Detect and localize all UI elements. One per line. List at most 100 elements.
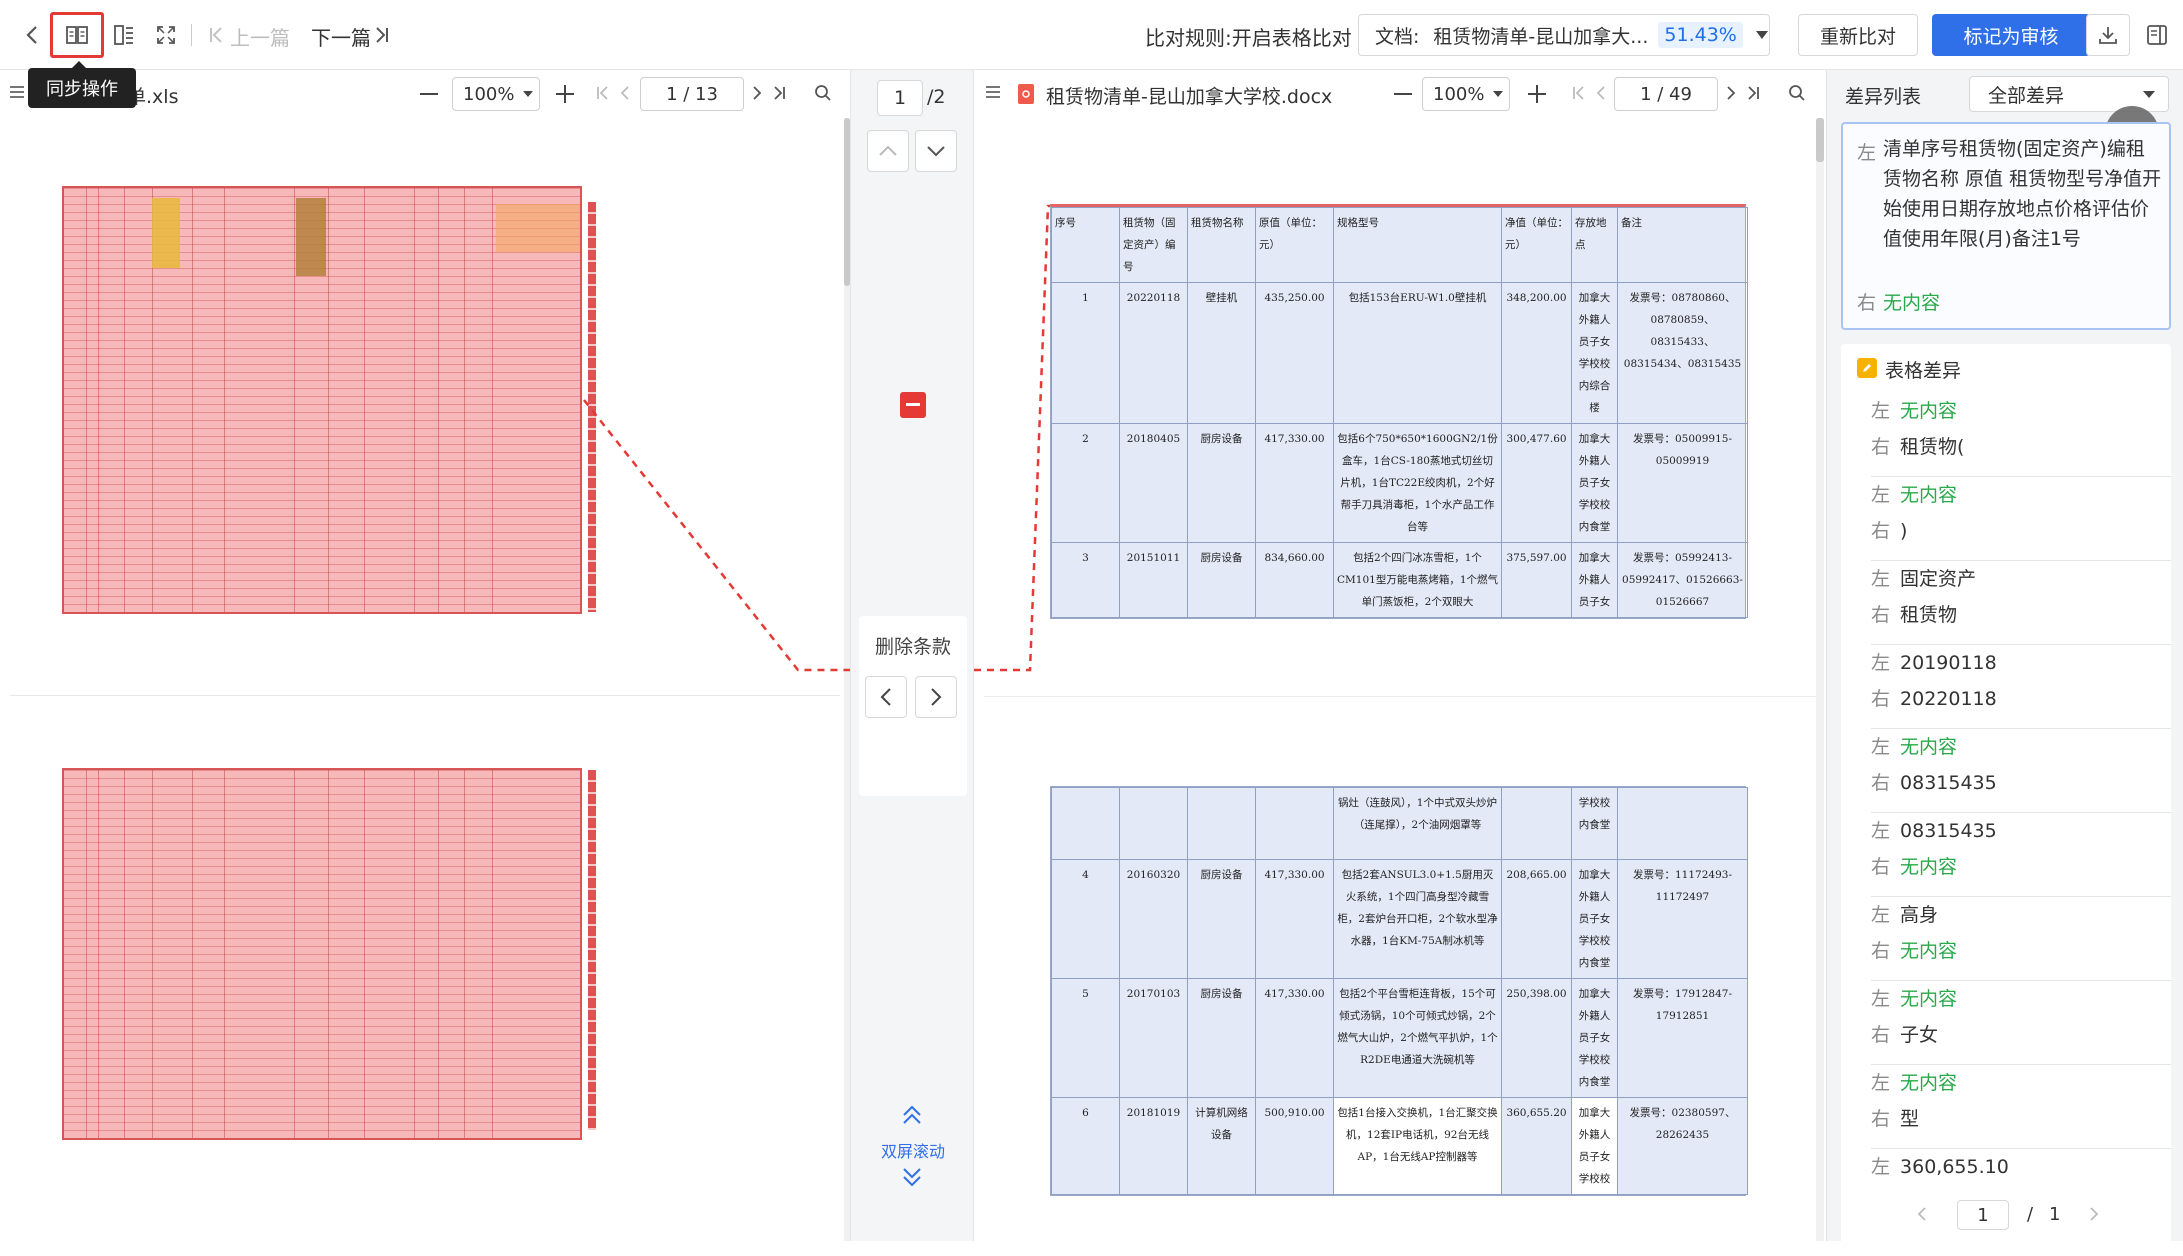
prev-diff-icon[interactable] [865,676,907,718]
diff-marker-strip [588,202,596,612]
last-page-icon[interactable] [1746,84,1760,102]
prev-page-icon[interactable] [620,84,630,102]
next-page-icon[interactable] [1726,84,1736,102]
table-cell: 6 [1051,1097,1120,1195]
left-tag: 左 [1871,904,1891,926]
diff-entry[interactable]: 右无内容 [1871,852,1957,879]
left-tag: 左 [1871,568,1891,590]
divider [1871,560,2171,561]
next-diff-icon[interactable] [915,676,957,718]
document-selector[interactable]: 文档: 租赁物清单-昆山加拿大... 51.43% [1358,14,1770,56]
delete-marker-icon[interactable] [900,392,926,418]
table-cell: 发票号：17912847-17912851 [1617,978,1748,1098]
diff-list-panel: 差异列表 全部差异 左 清单序号租赁物(固定资产)编租赁物名称 原值 租赁物型号… [1826,70,2183,1256]
last-doc-icon[interactable] [372,22,392,48]
fullscreen-icon[interactable] [152,22,180,48]
diff-entry[interactable]: 左无内容 [1871,396,1957,423]
back-icon[interactable] [20,22,44,48]
right-document-view[interactable]: 序号 租赁物（固定资产）编号 租赁物名称 原值（单位：元） 规格型号 净值（单位… [974,118,1826,1241]
scroll-up-icon[interactable] [867,130,909,172]
double-down-icon[interactable] [901,1166,923,1188]
scroll-down-icon[interactable] [915,130,957,172]
caret-down-icon [1755,30,1769,40]
next-page-icon[interactable] [2089,1206,2099,1222]
table-cell: 20160320 [1119,859,1188,979]
table-cell: 租赁物（固定资产）编号 [1119,207,1188,283]
right-tag: 右 [1871,856,1891,878]
diff-entry[interactable]: 左无内容 [1871,480,1957,507]
download-icon[interactable] [2086,14,2130,56]
first-page-icon[interactable] [1572,84,1586,102]
diff-value: 固定资产 [1900,568,1977,590]
diff-entry[interactable]: 右 08315435 [1871,768,1997,795]
prev-page-icon[interactable] [1596,84,1606,102]
diff-entry[interactable]: 右租赁物 [1871,600,1957,627]
table-cell: 300,477.60 [1501,423,1572,543]
search-icon[interactable] [814,84,832,102]
diff-entry[interactable]: 左高身 [1871,900,1938,927]
double-up-icon[interactable] [901,1104,923,1126]
diff-item-selected[interactable]: 左 清单序号租赁物(固定资产)编租赁物名称 原值 租赁物型号净值开始使用日期存放… [1841,122,2171,330]
diff-entry[interactable]: 左无内容 [1871,732,1957,759]
table-cell: 435,250.00 [1255,282,1334,424]
diff-value: 高身 [1900,904,1939,926]
next-page-icon[interactable] [752,84,762,102]
prev-doc-button[interactable]: 上一篇 [230,22,290,51]
tooltip-arrow [72,61,86,68]
zoom-in-icon[interactable] [552,82,578,106]
zoom-in-icon[interactable] [1524,82,1550,106]
left-zoom-select[interactable]: 100% [452,77,540,111]
panel-toggle-icon[interactable] [2138,14,2176,56]
delete-clause-label: 删除条款 [874,636,951,658]
diff-entry[interactable]: 左无内容 [1871,984,1957,1011]
table-cell: 20181019 [1119,1097,1188,1195]
diff-entry[interactable]: 左无内容 [1871,1068,1957,1095]
recompare-button[interactable]: 重新比对 [1798,14,1918,56]
last-page-icon[interactable] [772,84,786,102]
diff-entry[interactable]: 左 20190118 [1871,648,1997,675]
diff-entry[interactable]: 右) [1871,516,1907,543]
table-cell: 20180405 [1119,423,1188,543]
next-doc-button[interactable]: 下一篇 [311,22,371,51]
right-scrollbar[interactable] [1816,118,1824,1241]
sync-operation-icon[interactable] [50,12,104,58]
sheet-page-1 [62,186,582,614]
divider [1871,896,2171,897]
prev-page-icon[interactable] [1917,1206,1927,1222]
diff-entry[interactable]: 左 08315435 [1871,816,1997,843]
mark-review-button[interactable]: 标记为审核 [1932,14,2090,56]
diff-entry[interactable]: 右子女 [1871,1020,1938,1047]
table-cell: 发票号：05992413-05992417、01526663-01526667 [1617,542,1748,618]
table-cell: 包括1台接入交换机，1台汇聚交换机，12套IP电话机，92台无线AP，1台无线A… [1333,1097,1502,1195]
diff-entry[interactable]: 左 360,655.10 [1871,1152,2009,1179]
table-cell: 厨房设备 [1187,859,1256,979]
table-cell: 包括2套ANSUL3.0+1.5厨用灭火系统，1个四门高身型冷藏雪柜，2套炉台开… [1333,859,1502,979]
highlight-cell [296,198,326,276]
layout-icon[interactable] [110,22,138,48]
mid-page-total: /2 [927,86,946,108]
first-page-icon[interactable] [596,84,610,102]
diff-entry[interactable]: 左固定资产 [1871,564,1976,591]
zoom-out-icon[interactable] [1390,82,1416,106]
edit-icon [1857,358,1877,378]
diff-entry[interactable]: 右型 [1871,1104,1919,1131]
table-cell: 净值（单位：元） [1501,207,1572,283]
menu-icon[interactable] [984,84,1002,100]
diff-page-input[interactable]: 1 [1957,1200,2009,1230]
left-tag: 左 [1871,484,1891,506]
search-icon[interactable] [1788,84,1806,102]
diff-entry[interactable]: 右 20220118 [1871,684,1997,711]
right-zoom-select[interactable]: 100% [1422,77,1510,111]
dual-scroll-label[interactable]: 双屏滚动 [851,1138,975,1162]
right-page-indicator[interactable]: 1 / 49 [1614,77,1718,111]
zoom-out-icon[interactable] [416,82,442,106]
mid-page-input[interactable]: 1 [877,80,923,116]
diff-entry[interactable]: 右无内容 [1871,936,1957,963]
menu-icon[interactable] [8,84,26,100]
delete-clause-card: 删除条款 [859,616,967,796]
left-document-view[interactable] [0,118,850,1241]
left-page-indicator[interactable]: 1 / 13 [640,77,744,111]
table-cell: 20170103 [1119,978,1188,1098]
diff-entry[interactable]: 右租赁物( [1871,432,1964,459]
table-cell [1051,787,1120,860]
